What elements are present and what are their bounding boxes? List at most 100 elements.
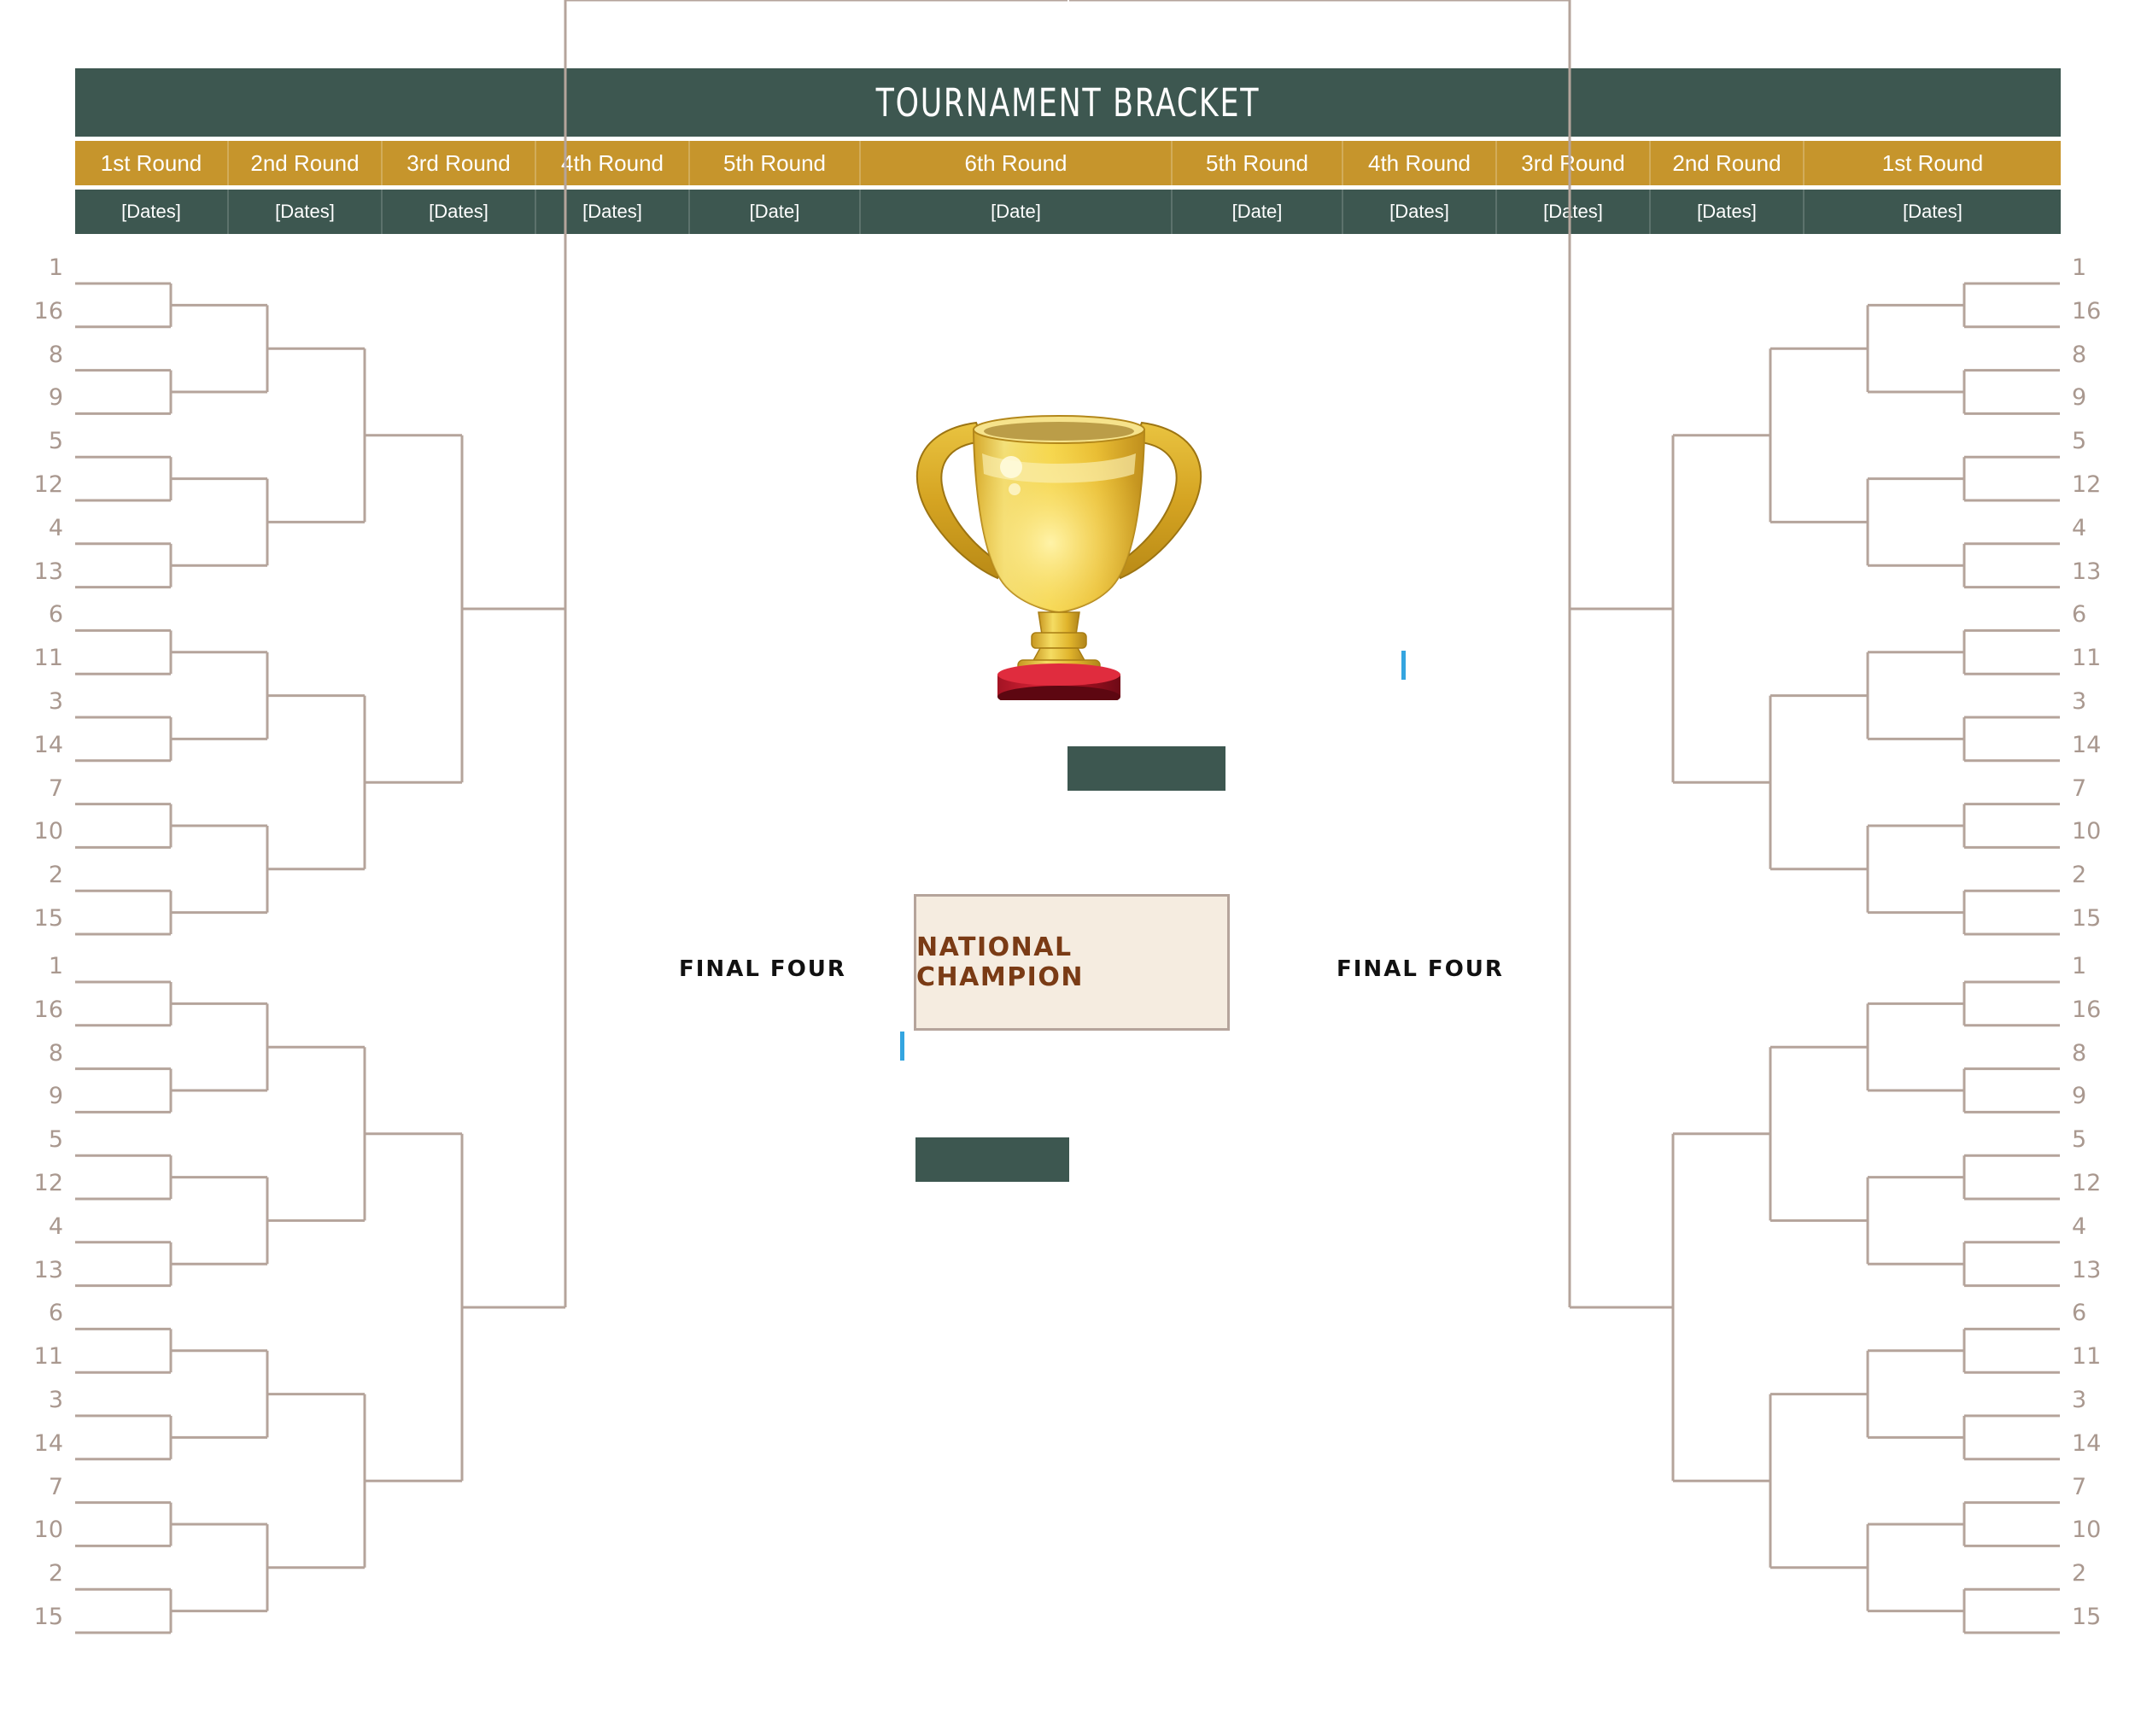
seed-label: 7 xyxy=(2072,1473,2087,1500)
seed-label: 15 xyxy=(2072,905,2102,932)
seed-label: 5 xyxy=(2072,428,2087,455)
rounds-header-row: 1st Round 2nd Round 3rd Round 4th Round 5th … xyxy=(75,141,2061,185)
seed-label: 13 xyxy=(33,558,63,585)
round-date-1[interactable]: [Dates] xyxy=(75,190,229,234)
seed-label: 7 xyxy=(48,774,63,802)
seed-label: 1 xyxy=(2072,254,2087,281)
seed-label: 8 xyxy=(2072,341,2087,368)
seed-label: 12 xyxy=(33,471,63,498)
seed-label: 6 xyxy=(2072,1300,2087,1327)
round-header-10[interactable]: 2nd Round xyxy=(1651,141,1805,185)
seed-label: 6 xyxy=(48,1300,63,1327)
seed-label: 4 xyxy=(48,514,63,541)
seed-label: 5 xyxy=(48,1126,63,1154)
seed-label: 16 xyxy=(33,996,63,1023)
round-date-8[interactable]: [Dates] xyxy=(1343,190,1497,234)
seed-label: 10 xyxy=(2072,1517,2102,1544)
championship-slot-top[interactable] xyxy=(1068,746,1225,791)
seed-label: 3 xyxy=(2072,1387,2087,1413)
round-header-2[interactable]: 2nd Round xyxy=(229,141,383,185)
seed-label: 2 xyxy=(2072,862,2087,889)
round-header-8[interactable]: 4th Round xyxy=(1343,141,1497,185)
seed-label: 1 xyxy=(48,953,63,979)
seed-label: 16 xyxy=(33,297,63,324)
round-date-11[interactable]: [Dates] xyxy=(1805,190,2061,234)
seed-label: 13 xyxy=(2072,558,2102,585)
seed-label: 10 xyxy=(33,818,63,845)
round-header-6[interactable]: 6th Round xyxy=(861,141,1173,185)
cursor-marker-right xyxy=(1401,651,1406,680)
seed-label: 12 xyxy=(33,1170,63,1196)
round-date-3[interactable]: [Dates] xyxy=(383,190,536,234)
round-date-6[interactable]: [Date] xyxy=(861,190,1173,234)
round-header-1[interactable]: 1st Round xyxy=(75,141,229,185)
seed-label: 5 xyxy=(2072,1126,2087,1154)
seed-label: 12 xyxy=(2072,471,2102,498)
seed-label: 14 xyxy=(33,731,63,758)
seed-label: 4 xyxy=(2072,1213,2087,1240)
seed-label: 10 xyxy=(33,1517,63,1544)
seed-label: 15 xyxy=(33,1604,63,1630)
round-date-10[interactable]: [Dates] xyxy=(1651,190,1805,234)
seed-label: 7 xyxy=(2072,774,2087,802)
round-date-5[interactable]: [Date] xyxy=(690,190,861,234)
round-header-5[interactable]: 5th Round xyxy=(690,141,861,185)
seed-label: 6 xyxy=(48,601,63,628)
seed-label: 11 xyxy=(33,645,63,672)
seed-label: 12 xyxy=(2072,1170,2102,1196)
seed-label: 9 xyxy=(2072,1083,2087,1110)
title-bar: TOURNAMENT BRACKET xyxy=(75,68,2061,137)
seed-label: 9 xyxy=(2072,384,2087,412)
seed-label: 16 xyxy=(2072,297,2102,324)
round-header-7[interactable]: 5th Round xyxy=(1173,141,1343,185)
bracket-diagram xyxy=(75,0,2060,1634)
seed-label: 16 xyxy=(2072,996,2102,1023)
page-title: TOURNAMENT BRACKET xyxy=(875,79,1261,126)
seed-label: 2 xyxy=(48,862,63,889)
seed-label: 6 xyxy=(2072,601,2087,628)
national-champion-label: NATIONAL CHAMPION xyxy=(916,932,1084,992)
seed-label: 1 xyxy=(48,254,63,281)
dates-header-row: [Dates] [Dates] [Dates] [Dates] [Date] [Date]… xyxy=(75,190,2061,234)
seed-label: 4 xyxy=(2072,514,2087,541)
trophy-icon xyxy=(915,415,1202,700)
seed-label: 9 xyxy=(48,384,63,412)
round-header-3[interactable]: 3rd Round xyxy=(383,141,536,185)
seed-label: 13 xyxy=(33,1256,63,1283)
seed-label: 10 xyxy=(2072,818,2102,845)
round-header-4[interactable]: 4th Round xyxy=(536,141,690,185)
round-date-2[interactable]: [Dates] xyxy=(229,190,383,234)
seed-label: 7 xyxy=(48,1473,63,1500)
seed-label: 14 xyxy=(2072,731,2102,758)
seed-label: 15 xyxy=(33,905,63,932)
seed-label: 11 xyxy=(2072,645,2102,672)
seed-label: 3 xyxy=(48,1387,63,1413)
championship-slot-bottom[interactable] xyxy=(915,1137,1069,1182)
seed-label: 14 xyxy=(2072,1429,2102,1457)
seed-label: 11 xyxy=(33,1343,63,1371)
final-four-label-right: FINAL FOUR xyxy=(1337,956,1504,982)
cursor-marker-left xyxy=(900,1032,904,1061)
seed-label: 3 xyxy=(48,688,63,715)
seed-label: 11 xyxy=(2072,1343,2102,1371)
seed-label: 5 xyxy=(48,428,63,455)
round-date-4[interactable]: [Dates] xyxy=(536,190,690,234)
seed-label: 8 xyxy=(48,341,63,368)
seed-label: 2 xyxy=(48,1560,63,1587)
seed-label: 15 xyxy=(2072,1604,2102,1630)
seed-label: 2 xyxy=(2072,1560,2087,1587)
final-four-label-left: FINAL FOUR xyxy=(679,956,846,982)
seed-label: 13 xyxy=(2072,1256,2102,1283)
seed-label: 8 xyxy=(2072,1039,2087,1067)
seed-label: 14 xyxy=(33,1429,63,1457)
national-champion-box[interactable]: NATIONAL CHAMPION xyxy=(914,894,1230,1031)
round-header-9[interactable]: 3rd Round xyxy=(1497,141,1651,185)
seed-label: 9 xyxy=(48,1083,63,1110)
bracket-header: TOURNAMENT BRACKET 1st Round 2nd Round 3rd… xyxy=(75,68,2061,234)
round-header-11[interactable]: 1st Round xyxy=(1805,141,2061,185)
seed-label: 8 xyxy=(48,1039,63,1067)
seed-label: 1 xyxy=(2072,953,2087,979)
seed-label: 4 xyxy=(48,1213,63,1240)
round-date-9[interactable]: [Dates] xyxy=(1497,190,1651,234)
round-date-7[interactable]: [Date] xyxy=(1173,190,1343,234)
